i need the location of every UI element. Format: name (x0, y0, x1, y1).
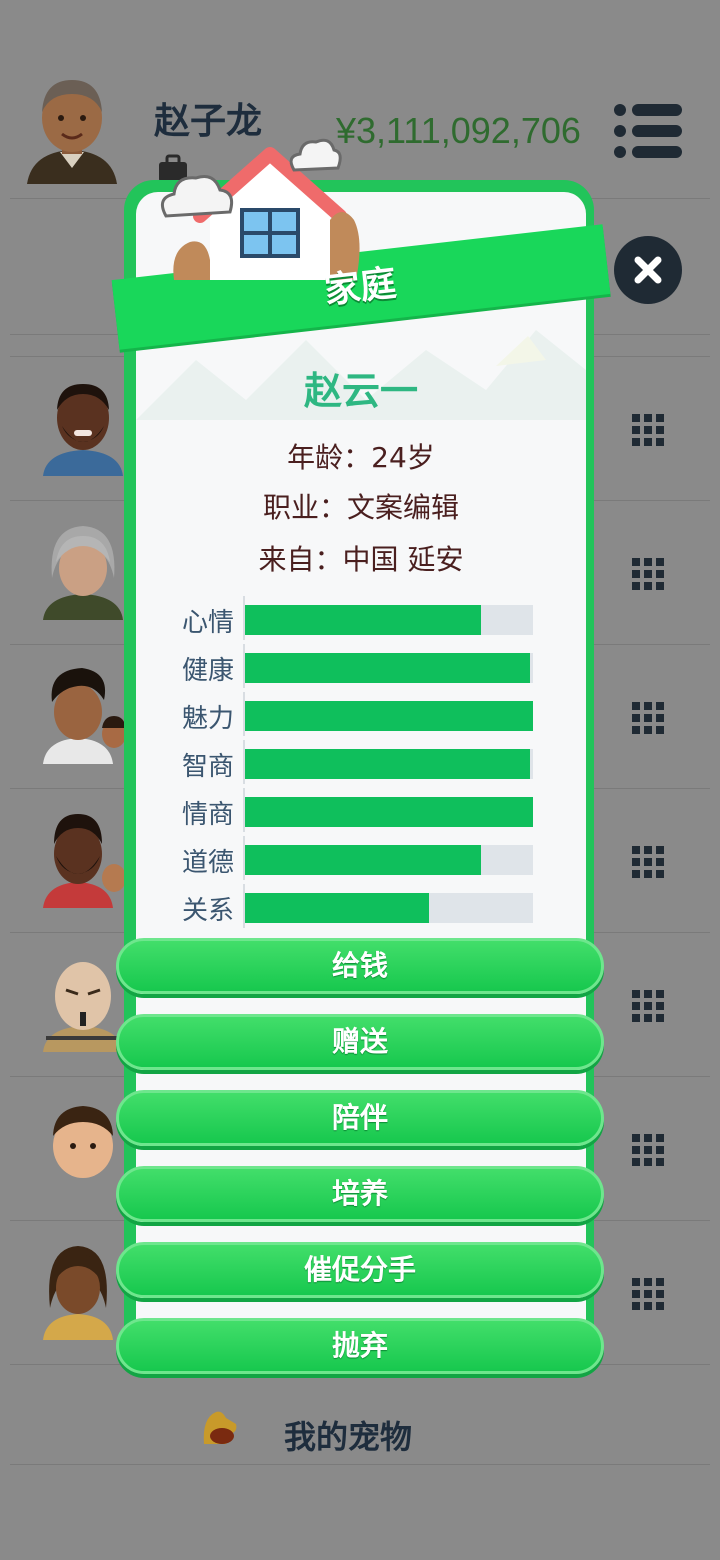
stat-track (245, 797, 533, 827)
family-row-avatar[interactable] (38, 806, 128, 916)
stat-row-iq: 智商 (176, 740, 536, 784)
stat-label: 智商 (182, 752, 235, 782)
stat-bar-fill (245, 797, 533, 827)
stat-track (245, 749, 533, 779)
grid-icon[interactable] (632, 990, 664, 1022)
stat-label: 情商 (182, 800, 235, 830)
button-label: 给钱 (331, 949, 388, 982)
gift-button[interactable]: 赠送 (116, 1014, 604, 1070)
grid-icon[interactable] (632, 846, 664, 878)
stat-bar-fill (245, 605, 482, 635)
stat-bar-fill (245, 749, 531, 779)
stat-track (245, 653, 533, 683)
grid-icon[interactable] (632, 558, 664, 590)
cultivate-button[interactable]: 培养 (116, 1166, 604, 1222)
family-row-avatar[interactable] (38, 374, 128, 484)
family-member-name: 赵云一 (303, 369, 418, 413)
stat-label: 魅力 (182, 704, 235, 734)
grid-icon[interactable] (632, 1278, 664, 1310)
player-avatar[interactable] (22, 72, 122, 192)
origin-line: 来自：中国 延安 (258, 543, 464, 576)
menu-icon[interactable] (612, 102, 684, 160)
close-icon (634, 256, 662, 284)
close-button[interactable] (614, 236, 682, 304)
stat-label: 健康 (182, 656, 235, 686)
stat-track (245, 605, 533, 635)
grid-icon[interactable] (632, 702, 664, 734)
family-row-avatar[interactable] (38, 518, 128, 628)
family-row-avatar[interactable] (38, 1094, 128, 1204)
family-row-avatar[interactable] (38, 1238, 128, 1348)
stat-label: 道德 (182, 848, 235, 878)
stat-bar-fill (245, 845, 482, 875)
grid-icon[interactable] (632, 1134, 664, 1166)
stat-track (245, 845, 533, 875)
button-label: 培养 (331, 1177, 388, 1210)
dog-icon (200, 1408, 240, 1446)
accompany-button[interactable]: 陪伴 (116, 1090, 604, 1146)
stat-row-relationship: 关系 (176, 884, 536, 928)
stat-row-health: 健康 (176, 644, 536, 688)
abandon-button[interactable]: 抛弃 (116, 1318, 604, 1374)
stat-track (245, 893, 533, 923)
divider (10, 1464, 710, 1465)
stat-bar-fill (245, 701, 533, 731)
family-row-avatar[interactable] (38, 662, 128, 772)
family-row-avatar[interactable] (38, 950, 128, 1060)
grid-icon[interactable] (632, 414, 664, 446)
stat-row-eq: 情商 (176, 788, 536, 832)
urge-breakup-button[interactable]: 催促分手 (116, 1242, 604, 1298)
stat-label: 关系 (182, 896, 235, 926)
stat-track (245, 701, 533, 731)
button-label: 赠送 (331, 1025, 388, 1058)
button-label: 陪伴 (331, 1101, 388, 1134)
job-line: 职业：文案编辑 (262, 491, 459, 524)
button-label: 抛弃 (331, 1329, 388, 1362)
age-line: 年龄：24岁 (287, 441, 435, 474)
give-money-button[interactable]: 给钱 (116, 938, 604, 994)
stat-row-charm: 魅力 (176, 692, 536, 736)
cloud-icon (156, 168, 236, 224)
my-pets-label[interactable]: 我的宠物 (284, 1412, 412, 1458)
stat-row-mood: 心情 (176, 596, 536, 640)
cloud-icon (286, 134, 344, 176)
stat-bar-fill (245, 653, 531, 683)
button-label: 催促分手 (303, 1253, 416, 1286)
stat-label: 心情 (182, 608, 235, 638)
stat-bar-fill (245, 893, 430, 923)
stat-row-morality: 道德 (176, 836, 536, 880)
